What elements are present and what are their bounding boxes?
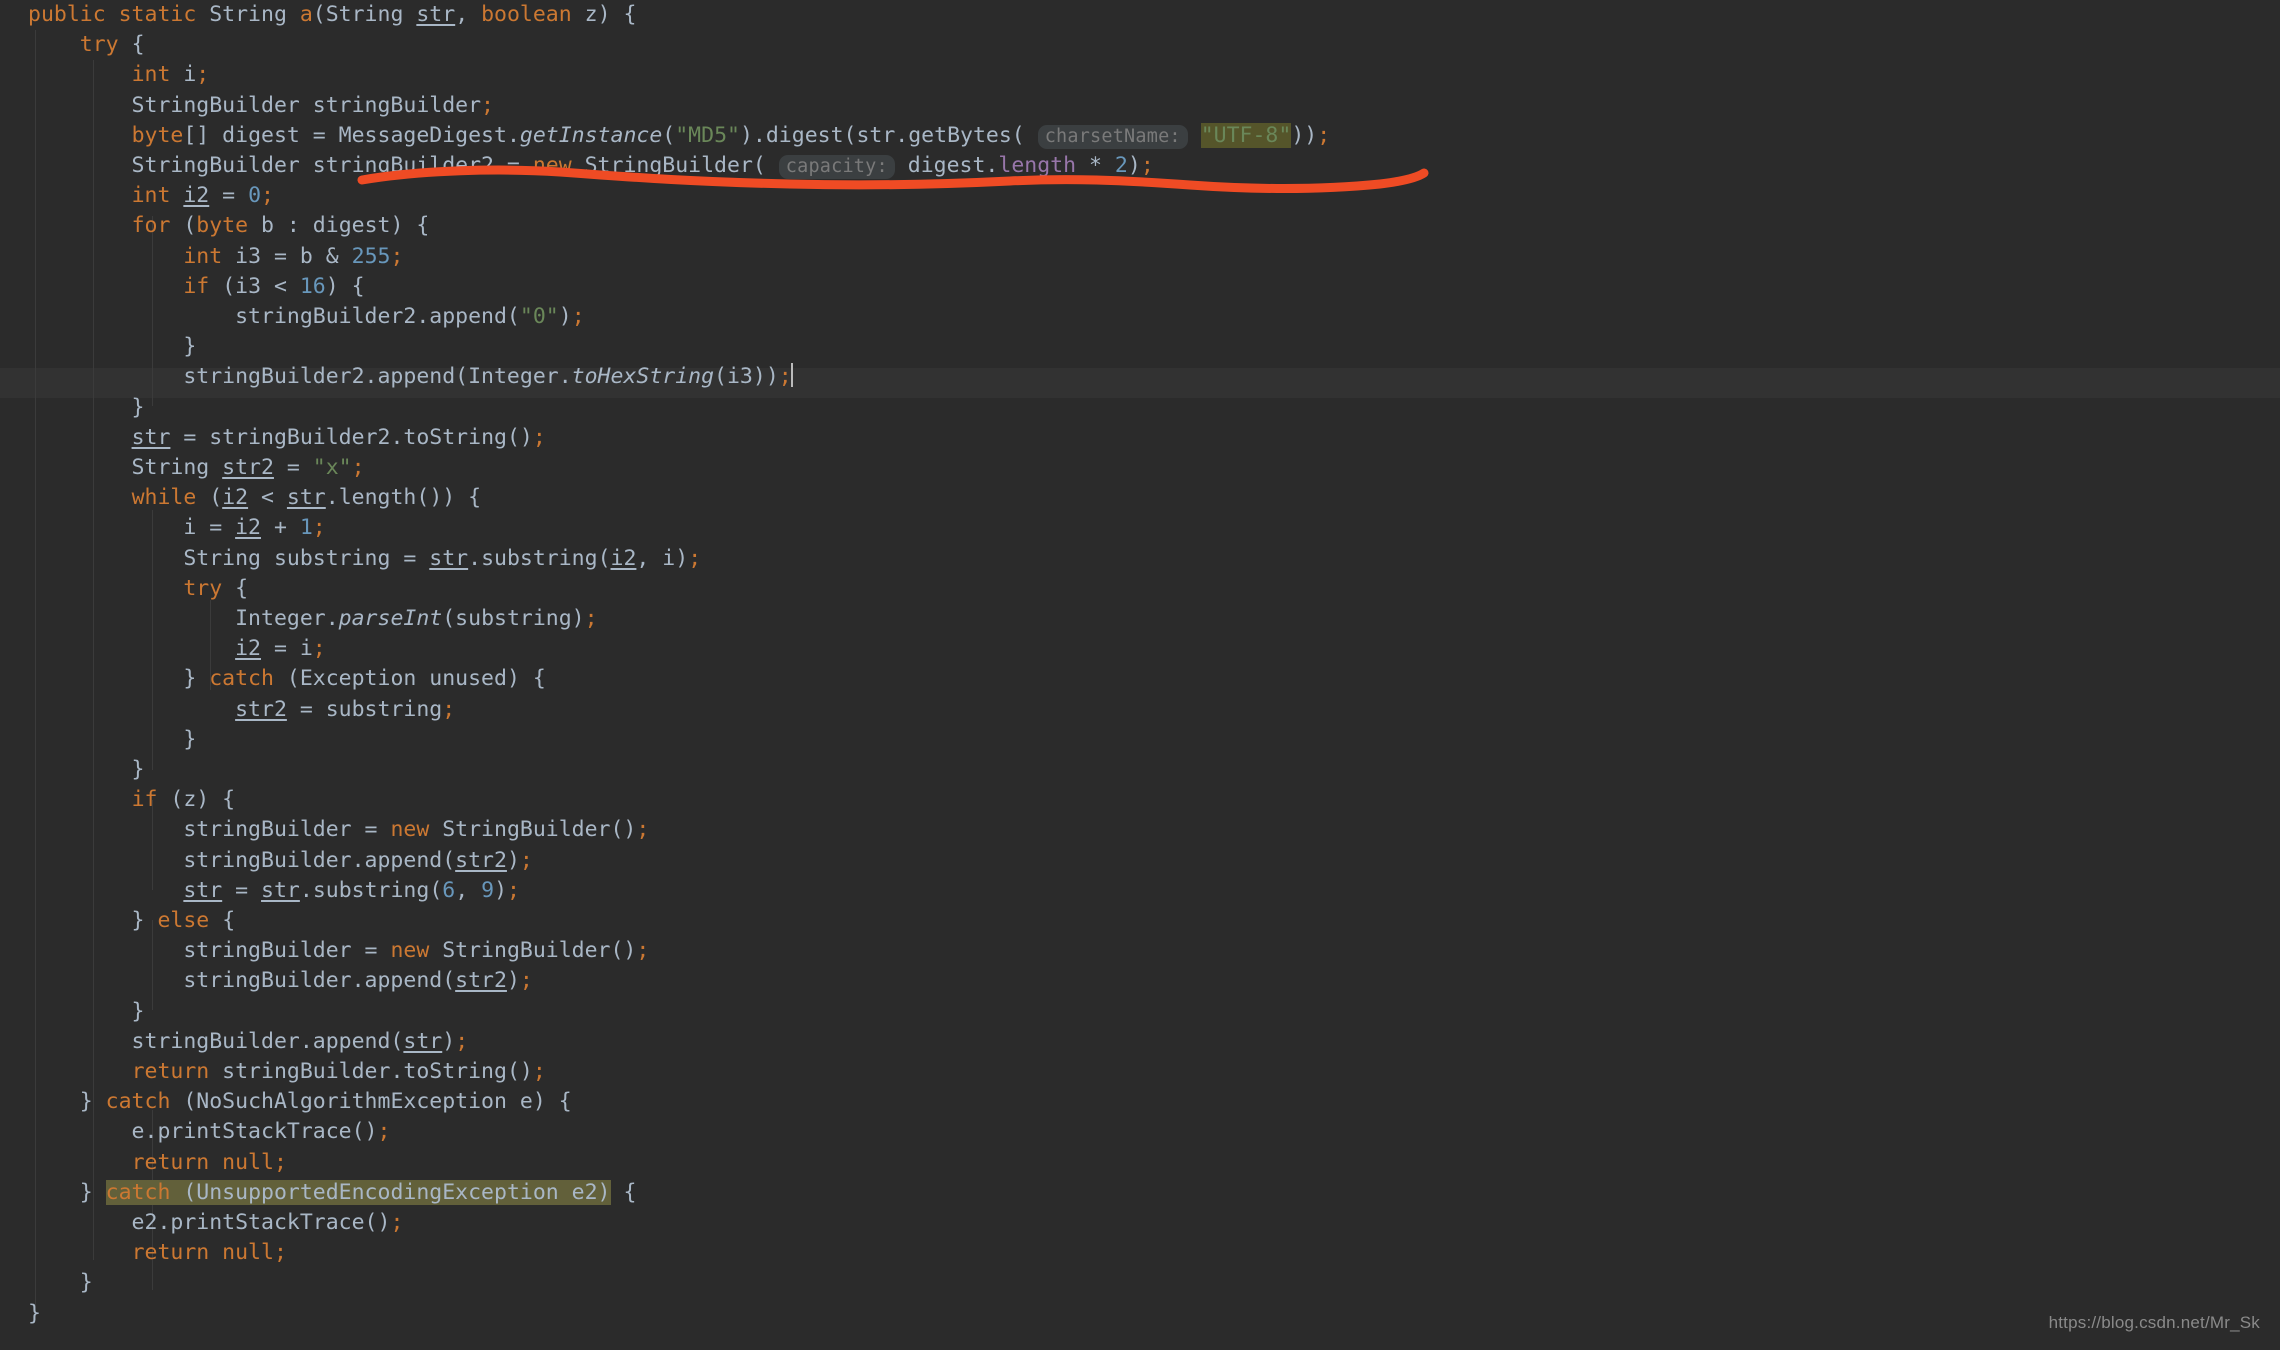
- code-line[interactable]: str = stringBuilder2.toString();: [0, 423, 2280, 453]
- code-line[interactable]: int i3 = b & 255;: [0, 242, 2280, 272]
- code-line[interactable]: }: [0, 1268, 2280, 1298]
- code-line[interactable]: stringBuilder = new StringBuilder();: [0, 936, 2280, 966]
- code-line[interactable]: i2 = i;: [0, 634, 2280, 664]
- code-line[interactable]: str2 = substring;: [0, 695, 2280, 725]
- code-editor[interactable]: public static String a(String str, boole…: [0, 0, 2280, 1350]
- code-line[interactable]: if (i3 < 16) {: [0, 272, 2280, 302]
- code-line[interactable]: return null;: [0, 1238, 2280, 1268]
- code-line[interactable]: stringBuilder.append(str);: [0, 1027, 2280, 1057]
- code-line[interactable]: }: [0, 997, 2280, 1027]
- code-line[interactable]: Integer.parseInt(substring);: [0, 604, 2280, 634]
- code-line[interactable]: e.printStackTrace();: [0, 1117, 2280, 1147]
- code-line[interactable]: }: [0, 755, 2280, 785]
- code-line[interactable]: byte[] digest = MessageDigest.getInstanc…: [0, 121, 2280, 151]
- code-line[interactable]: return stringBuilder.toString();: [0, 1057, 2280, 1087]
- code-line[interactable]: if (z) {: [0, 785, 2280, 815]
- code-line[interactable]: }: [0, 332, 2280, 362]
- usage-highlight-utf8: "UTF-8": [1200, 122, 1292, 148]
- watermark-text: https://blog.csdn.net/Mr_Sk: [2048, 1312, 2260, 1332]
- code-line[interactable]: i = i2 + 1;: [0, 513, 2280, 543]
- code-line[interactable]: } catch (NoSuchAlgorithmException e) {: [0, 1087, 2280, 1117]
- code-line[interactable]: stringBuilder = new StringBuilder();: [0, 815, 2280, 845]
- code-line[interactable]: e2.printStackTrace();: [0, 1208, 2280, 1238]
- code-line[interactable]: String str2 = "x";: [0, 453, 2280, 483]
- inlay-hint-capacity: capacity:: [778, 155, 895, 179]
- code-line[interactable]: } catch (UnsupportedEncodingException e2…: [0, 1178, 2280, 1208]
- code-line[interactable]: StringBuilder stringBuilder2 = new Strin…: [0, 151, 2280, 181]
- code-line[interactable]: str = str.substring(6, 9);: [0, 876, 2280, 906]
- code-line[interactable]: String substring = str.substring(i2, i);: [0, 544, 2280, 574]
- code-line[interactable]: int i;: [0, 60, 2280, 90]
- code-line[interactable]: stringBuilder2.append("0");: [0, 302, 2280, 332]
- code-line[interactable]: } catch (Exception unused) {: [0, 664, 2280, 694]
- code-line[interactable]: stringBuilder.append(str2);: [0, 846, 2280, 876]
- code-line[interactable]: try {: [0, 574, 2280, 604]
- code-text-area[interactable]: public static String a(String str, boole…: [0, 0, 2280, 1350]
- code-line[interactable]: stringBuilder.append(str2);: [0, 966, 2280, 996]
- code-line-active[interactable]: stringBuilder2.append(Integer.toHexStrin…: [0, 362, 2280, 392]
- code-line[interactable]: }: [0, 393, 2280, 423]
- code-line[interactable]: try {: [0, 30, 2280, 60]
- code-line[interactable]: while (i2 < str.length()) {: [0, 483, 2280, 513]
- code-line[interactable]: } else {: [0, 906, 2280, 936]
- code-line[interactable]: return null;: [0, 1148, 2280, 1178]
- code-line[interactable]: StringBuilder stringBuilder;: [0, 91, 2280, 121]
- code-line[interactable]: for (byte b : digest) {: [0, 211, 2280, 241]
- text-caret: [790, 363, 793, 388]
- code-line[interactable]: int i2 = 0;: [0, 181, 2280, 211]
- inlay-hint-charsetname: charsetName:: [1037, 124, 1188, 149]
- code-line[interactable]: }: [0, 1299, 2280, 1329]
- code-line[interactable]: }: [0, 725, 2280, 755]
- code-line[interactable]: public static String a(String str, boole…: [0, 0, 2280, 30]
- usage-highlight-catch-unsupported: catch (UnsupportedEncodingException e2): [105, 1179, 611, 1205]
